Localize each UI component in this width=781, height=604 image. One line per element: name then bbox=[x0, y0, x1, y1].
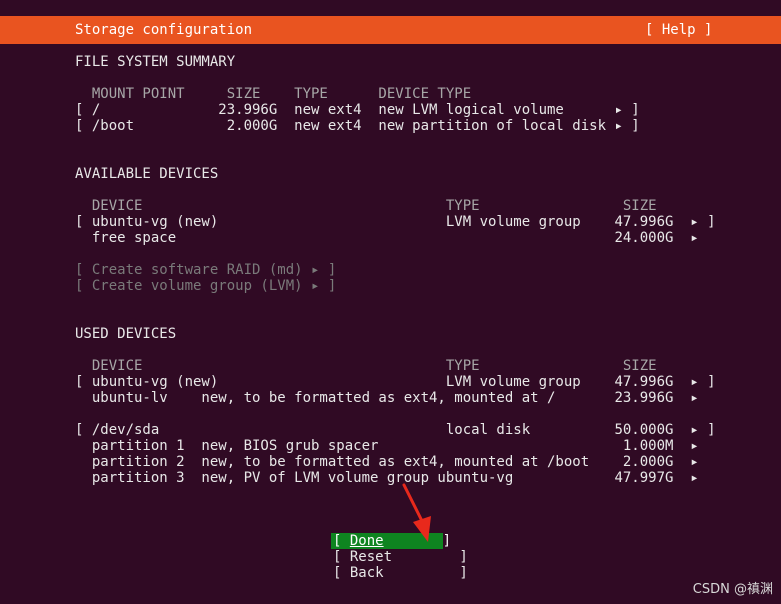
annotation-arrow-icon bbox=[402, 483, 431, 542]
installer-screen: Storage configuration [ Help ] FILE SYST… bbox=[0, 0, 781, 604]
watermark: CSDN @禛渊 bbox=[692, 582, 773, 597]
